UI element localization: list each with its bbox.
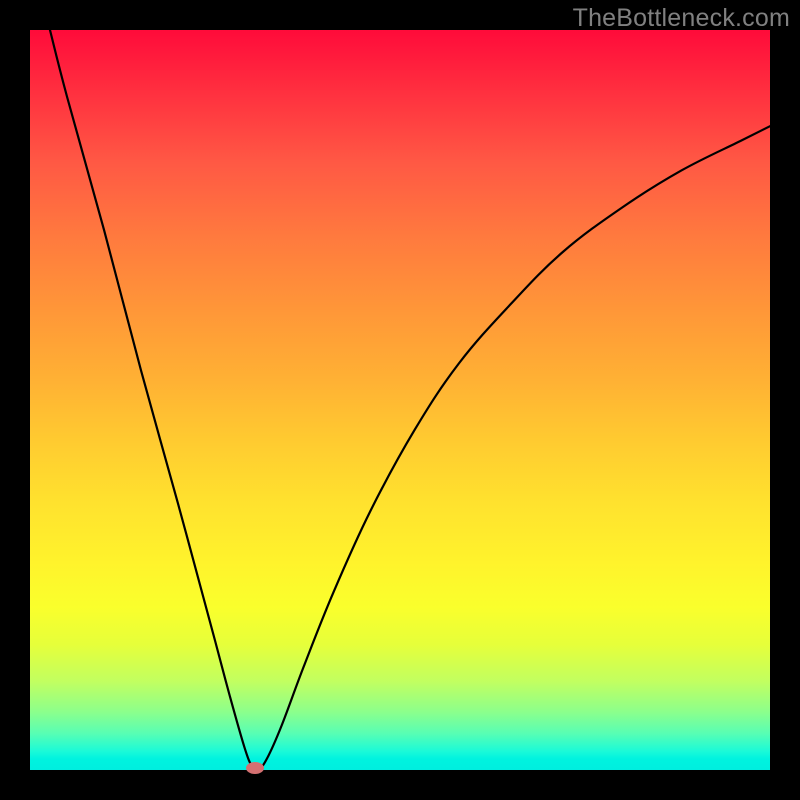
- minimum-marker: [246, 762, 264, 774]
- watermark-text: TheBottleneck.com: [573, 4, 790, 33]
- chart-frame: TheBottleneck.com: [0, 0, 800, 800]
- curve-line: [30, 30, 770, 770]
- plot-area: [30, 30, 770, 770]
